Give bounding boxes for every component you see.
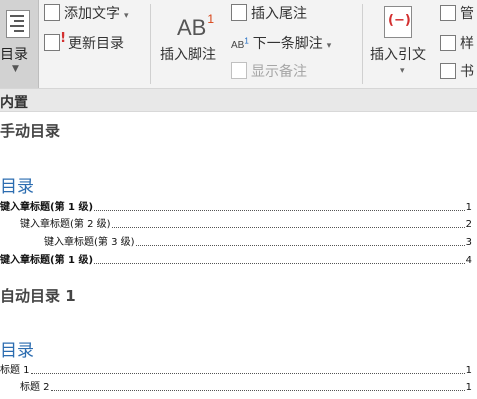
show-notes-icon [231,62,247,79]
update-toc-label: 更新目录 [68,36,124,52]
update-toc-button[interactable]: 更新目录 [44,31,124,53]
insert-endnote-label: 插入尾注 [251,6,307,22]
bibliography-label: 书 [460,64,474,80]
bibliography-icon [440,63,456,79]
chevron-down-icon: ▾ [400,66,405,76]
table-of-contents-icon [6,10,30,38]
style-button[interactable]: 样 [440,33,474,53]
toc-entry[interactable]: 键入章标题(第 1 级) 4 [0,253,472,267]
insert-endnote-button[interactable]: 插入尾注 [231,3,307,23]
toc-entry[interactable]: 标题 21 [0,380,472,394]
manage-sources-label: 管 [460,6,474,22]
insert-footnote-icon: AB1 [177,12,215,40]
gallery-header: 内置 [0,89,477,112]
manual-toc-title[interactable]: 手动目录 [0,120,60,141]
group-separator [362,4,363,84]
add-text-label: 添加文字 [64,6,120,22]
insert-citation-label: 插入引文 [370,47,426,63]
table-of-contents-button[interactable]: 目录 ▼ [0,0,39,88]
insert-citation-button[interactable]: 插入引文 [370,44,426,64]
add-text-button[interactable]: 添加文字 ▾ [44,3,129,23]
group-separator [150,4,151,84]
insert-footnote-label: 插入脚注 [160,47,216,63]
toc-heading: 目录 [0,341,34,361]
insert-endnote-icon [231,4,247,21]
show-notes-button[interactable]: 显示备注 [231,61,307,81]
add-text-icon [44,4,60,21]
table-of-contents-label: 目录 [0,47,28,63]
bibliography-button[interactable]: 书 [440,61,474,81]
chevron-down-icon: ▼ [12,64,19,74]
toc-entry[interactable]: 键入章标题(第 1 级) 1 [0,200,472,214]
chevron-down-icon: ▾ [326,41,332,51]
toc-entry[interactable]: 键入章标题(第 2 级) 2 [0,217,472,231]
next-footnote-icon: AB1 [231,36,249,51]
next-footnote-button[interactable]: AB1 下一条脚注 ▾ [231,33,331,53]
gallery-header-label: 内置 [0,95,28,111]
manage-sources-button[interactable]: 管 [440,3,474,23]
style-icon [440,35,456,51]
toc-heading: 目录 [0,177,34,197]
insert-footnote-button[interactable]: 插入脚注 [160,44,216,64]
toc-entry[interactable]: 标题 11 [0,363,472,377]
style-label: 样 [460,36,474,52]
chevron-down-icon: ▾ [124,11,129,21]
manage-sources-icon [440,5,456,21]
next-footnote-label: 下一条脚注 [252,36,323,52]
update-toc-icon [44,31,66,51]
auto-toc-1-title[interactable]: 自动目录 1 [0,285,76,306]
toc-entry[interactable]: 键入章标题(第 3 级) 3 [0,235,472,249]
references-ribbon: 目录 ▼ 添加文字▾ 更新目录 AB1 插入脚注 插入尾注 AB1下一条脚注▾ … [0,0,477,89]
insert-citation-icon: (−) [384,6,412,38]
show-notes-label: 显示备注 [251,64,307,80]
